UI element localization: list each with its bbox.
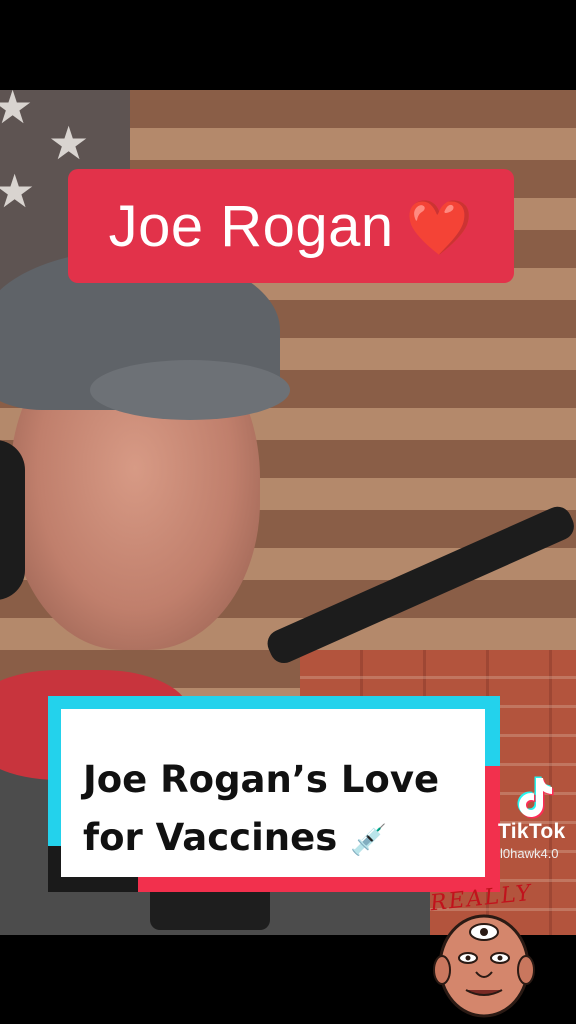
star-icon: ★	[0, 164, 36, 218]
star-icon: ★	[0, 90, 34, 134]
title-text: Joe Rogan	[108, 193, 394, 259]
caption-line-2-text: for Vaccines	[83, 816, 338, 859]
tiktok-logo-icon	[517, 776, 554, 819]
title-overlay-text: Joe Rogan ❤️	[109, 193, 474, 260]
creator-handle[interactable]: l0hawk4.0	[500, 846, 559, 861]
caption-white-panel: Joe Rogan’s Love for Vaccines 💉	[61, 709, 485, 877]
tiktok-wordmark: TikTok	[498, 820, 566, 843]
star-icon: ★	[48, 116, 90, 170]
cap-brim	[90, 360, 290, 420]
caption-text: Joe Rogan’s Love for Vaccines 💉	[83, 751, 473, 870]
caption-line-1: Joe Rogan’s Love	[83, 758, 440, 801]
heart-icon: ❤️	[405, 197, 474, 258]
headphones	[0, 440, 25, 600]
caption-card: Joe Rogan’s Love for Vaccines 💉	[48, 696, 500, 892]
syringe-icon: 💉	[350, 823, 388, 858]
caption-line-2: for Vaccines 💉	[83, 809, 473, 870]
title-overlay: Joe Rogan ❤️	[68, 169, 514, 283]
reaction-sticker: REALLY	[418, 881, 548, 1020]
